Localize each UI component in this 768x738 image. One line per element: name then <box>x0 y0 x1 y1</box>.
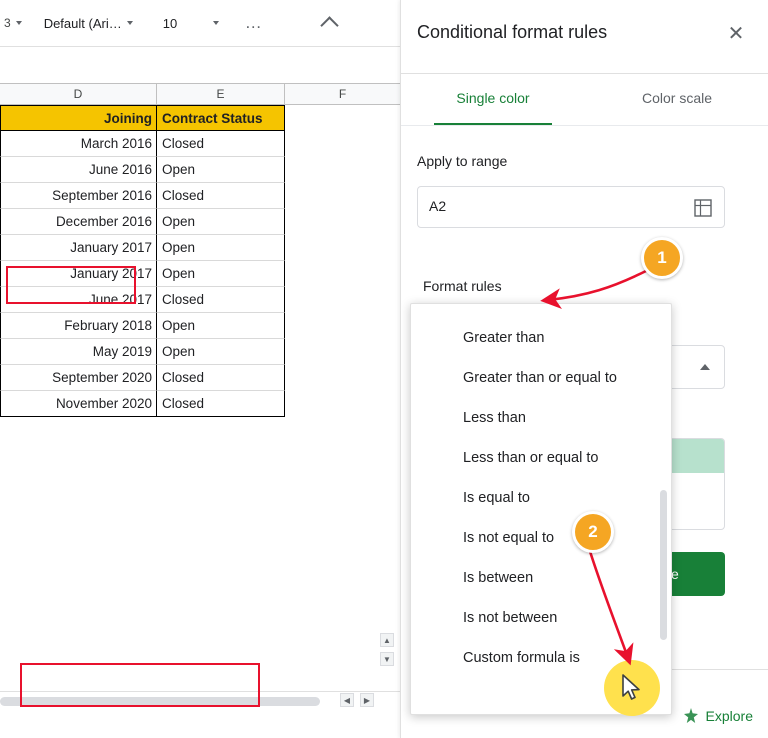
cell-d[interactable]: June 2016 <box>0 157 157 183</box>
table-row: February 2018 Open <box>0 313 400 339</box>
panel-tabs: Single color Color scale <box>401 74 768 126</box>
scroll-right-button[interactable]: ▶ <box>360 693 374 707</box>
condition-dropdown-menu: Greater than Greater than or equal to Le… <box>410 303 672 715</box>
table-row: September 2020 Closed <box>0 365 400 391</box>
table-row: March 2016 Closed <box>0 131 400 157</box>
column-header-row: D E F <box>0 83 400 105</box>
close-icon[interactable]: ✕ <box>725 24 747 46</box>
zoom-control[interactable]: 3 <box>0 9 26 37</box>
collapse-toolbar-button[interactable] <box>319 9 340 37</box>
tab-color-scale[interactable]: Color scale <box>585 74 768 126</box>
font-family-value: Default (Ari… <box>43 15 122 31</box>
format-rules-highlight-box <box>6 266 136 304</box>
table-row: September 2016 Closed <box>0 183 400 209</box>
menu-top-padding <box>411 304 671 318</box>
chevron-down-icon <box>15 21 22 25</box>
scroll-up-button[interactable]: ▲ <box>380 633 394 647</box>
menu-item-is-equal-to[interactable]: Is equal to <box>411 478 671 518</box>
cell-d-header[interactable]: Joining <box>0 105 157 131</box>
column-header-d[interactable]: D <box>0 84 157 105</box>
spreadsheet-area: 3 Default (Ari… 10 … D E F Joining Contr… <box>0 0 400 738</box>
explore-button[interactable]: Explore <box>706 708 753 724</box>
more-options-button[interactable]: … <box>241 9 267 37</box>
explore-star-icon <box>681 706 701 726</box>
cell-e-header[interactable]: Contract Status <box>157 105 285 131</box>
table-row: January 2017 Open <box>0 235 400 261</box>
table-row: December 2016 Open <box>0 209 400 235</box>
step-badge-1: 1 <box>641 237 683 279</box>
cell-e[interactable]: Closed <box>157 391 285 417</box>
page-title: Conditional format rules <box>417 22 608 42</box>
divider <box>401 125 768 126</box>
menu-item-is-between[interactable]: Is between <box>411 558 671 598</box>
cell-d[interactable]: March 2016 <box>0 131 157 157</box>
cell-e[interactable]: Open <box>157 313 285 339</box>
cell-d[interactable]: December 2016 <box>0 209 157 235</box>
select-range-grid-icon[interactable] <box>694 199 712 217</box>
menu-item-is-not-equal-to[interactable]: Is not equal to <box>411 518 671 558</box>
format-rules-label: Format rules <box>423 278 502 294</box>
cell-d[interactable]: November 2020 <box>0 391 157 417</box>
zoom-value: 3 <box>4 16 11 30</box>
chevron-up-icon <box>700 364 710 370</box>
custom-formula-highlight-box <box>20 663 260 707</box>
cell-d[interactable]: September 2016 <box>0 183 157 209</box>
chevron-down-icon <box>126 21 133 25</box>
scroll-down-button[interactable]: ▼ <box>380 652 394 666</box>
menu-item-less-than[interactable]: Less than <box>411 398 671 438</box>
sheet-grid: Joining Contract Status March 2016 Close… <box>0 105 400 417</box>
column-header-e[interactable]: E <box>157 84 285 105</box>
menu-scrollbar-thumb[interactable] <box>660 490 667 640</box>
tab-single-color[interactable]: Single color <box>401 74 585 126</box>
cell-e[interactable]: Open <box>157 209 285 235</box>
spreadsheet-toolbar: 3 Default (Ari… 10 … <box>0 0 400 47</box>
scroll-left-button[interactable]: ◀ <box>340 693 354 707</box>
range-input[interactable]: A2 <box>417 186 725 228</box>
cell-d[interactable]: February 2018 <box>0 313 157 339</box>
menu-item-greater-than-or-equal-to[interactable]: Greater than or equal to <box>411 358 671 398</box>
table-row: May 2019 Open <box>0 339 400 365</box>
cell-e[interactable]: Open <box>157 261 285 287</box>
cell-e[interactable]: Closed <box>157 365 285 391</box>
cell-d[interactable]: May 2019 <box>0 339 157 365</box>
cell-e[interactable]: Closed <box>157 131 285 157</box>
step-badge-2: 2 <box>572 511 614 553</box>
menu-item-is-not-between[interactable]: Is not between <box>411 598 671 638</box>
cell-d[interactable]: January 2017 <box>0 235 157 261</box>
cell-e[interactable]: Open <box>157 157 285 183</box>
chevron-down-icon <box>212 21 219 25</box>
table-row: Joining Contract Status <box>0 105 400 131</box>
cell-e[interactable]: Closed <box>157 183 285 209</box>
table-row: June 2016 Open <box>0 157 400 183</box>
menu-item-less-than-or-equal-to[interactable]: Less than or equal to <box>411 438 671 478</box>
cell-d[interactable]: September 2020 <box>0 365 157 391</box>
cell-e[interactable]: Closed <box>157 287 285 313</box>
font-size-value: 10 <box>162 15 178 31</box>
cell-e[interactable]: Open <box>157 235 285 261</box>
range-value: A2 <box>429 198 447 214</box>
font-size-select[interactable]: 10 <box>159 9 223 37</box>
table-row: November 2020 Closed <box>0 391 400 417</box>
chevron-up-icon <box>320 15 339 35</box>
cell-e[interactable]: Open <box>157 339 285 365</box>
menu-item-greater-than[interactable]: Greater than <box>411 318 671 358</box>
font-family-select[interactable]: Default (Ari… <box>40 9 137 37</box>
mouse-cursor-icon <box>622 674 644 709</box>
column-header-f[interactable]: F <box>285 84 400 105</box>
apply-to-range-label: Apply to range <box>417 153 508 169</box>
